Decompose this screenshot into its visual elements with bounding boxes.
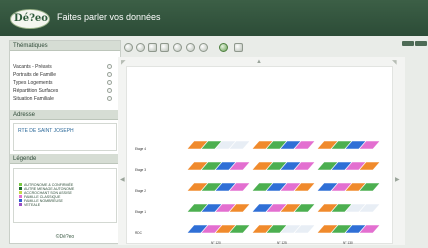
app-window: Dé?eo Faites parler vos données Thématiq…	[0, 0, 428, 248]
floor-tiles	[186, 140, 381, 234]
